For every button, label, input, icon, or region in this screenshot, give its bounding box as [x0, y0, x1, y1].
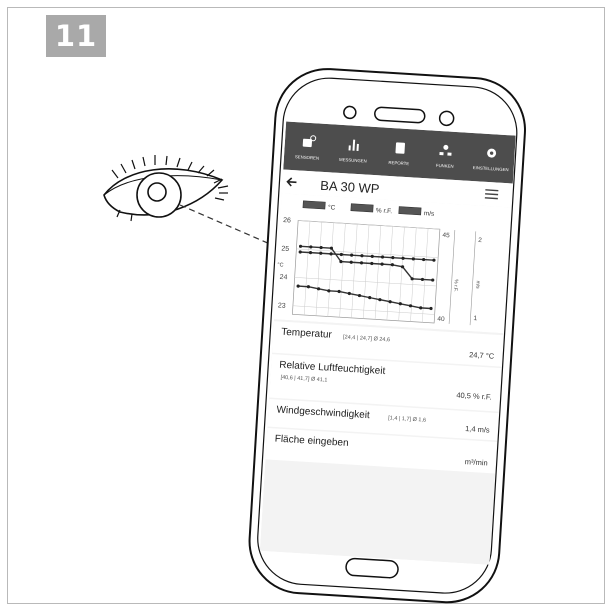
right-axis-label: % r.F. — [452, 279, 459, 292]
legend-label: °C — [328, 203, 336, 211]
legend-label: % r.F. — [376, 207, 393, 215]
document-icon — [395, 142, 406, 154]
phone-screen: SENSOREN MESSUNGEN REPORTE FUNKEN EINSTELLUN… — [259, 121, 516, 565]
y-tick-label: 23 — [278, 302, 286, 309]
y-axis-label: °C — [277, 262, 284, 268]
y-tick-label: 26 — [283, 217, 291, 224]
eye-icon — [103, 155, 229, 222]
right-tick-label: 45 — [442, 232, 450, 239]
reading-value: 24,7 °C — [469, 350, 495, 361]
y-tick-label: 25 — [281, 245, 289, 252]
legend-label: m/s — [424, 210, 436, 218]
legend-swatch — [350, 203, 374, 213]
reading-value: m³/min — [465, 457, 488, 467]
legend-swatch — [302, 200, 326, 210]
smartphone: SENSOREN MESSUNGEN REPORTE FUNKEN EINSTELLUN… — [248, 68, 526, 604]
illustration-scene: SENSOREN MESSUNGEN REPORTE FUNKEN EINSTELLUN… — [103, 68, 526, 604]
y-tick-label: 24 — [279, 274, 287, 281]
legend-swatch — [398, 206, 422, 216]
right-tick-label: 40 — [437, 316, 445, 323]
readings-list: Temperatur [24,4 | 24,7] Ø 24,624,7 °CRel… — [265, 321, 504, 474]
reading-value: 1,4 m/s — [465, 424, 490, 434]
right-axis-label: m/s — [474, 280, 481, 289]
